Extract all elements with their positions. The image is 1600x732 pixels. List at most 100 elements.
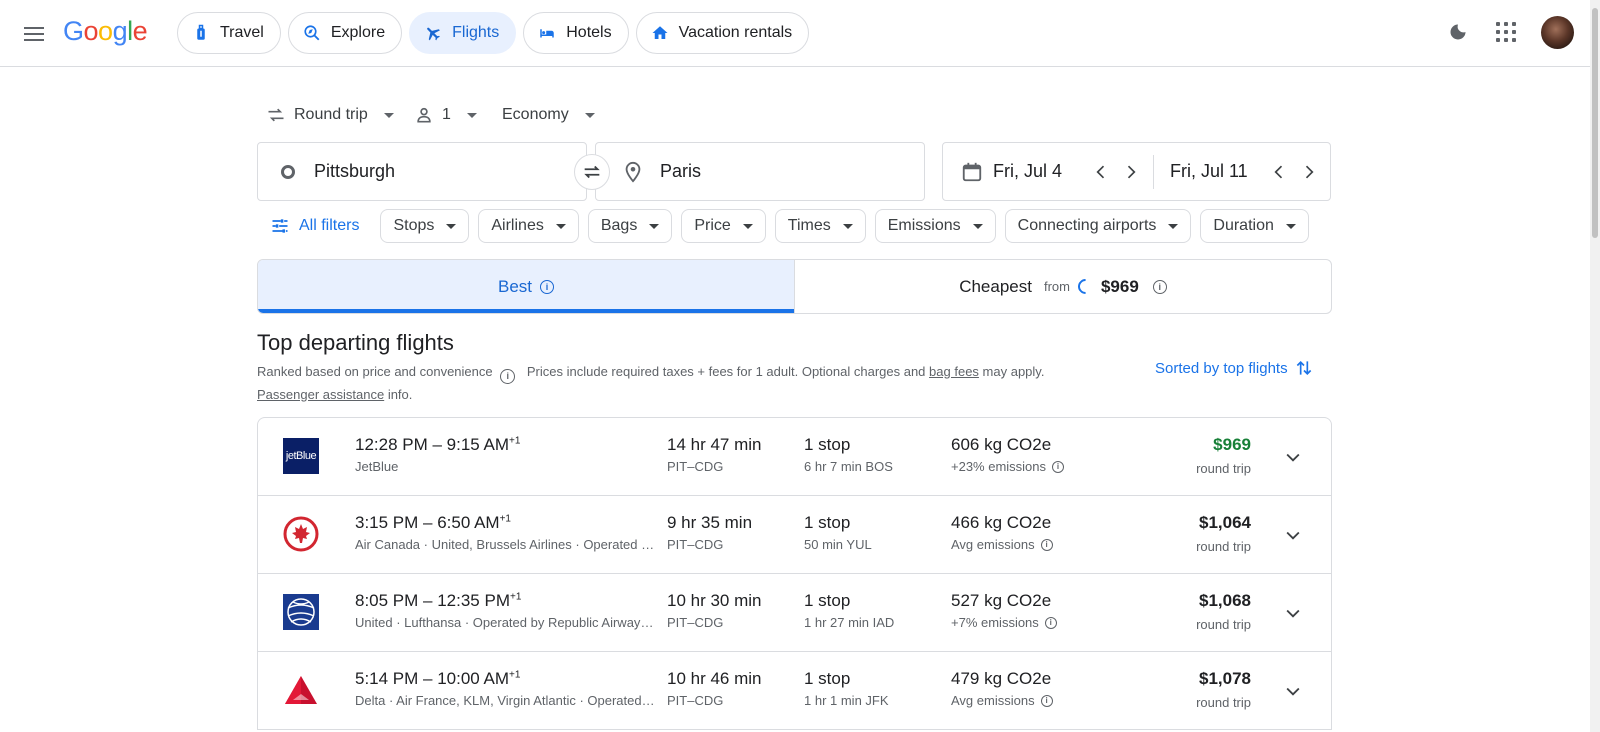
filter-bags-label: Bags [600,217,638,234]
tab-cheapest[interactable]: Cheapest from $969 i [795,260,1331,313]
chevron-right-icon[interactable] [1121,162,1141,182]
scrollbar-thumb[interactable] [1592,8,1598,238]
nav-flights-label: Flights [452,24,500,41]
flight-stops: 1 stop [804,435,851,454]
chevron-down-icon [446,223,457,229]
dark-theme-icon[interactable] [1448,22,1468,42]
nav-hotels[interactable]: Hotels [523,12,629,54]
flight-stops: 1 stop [804,669,851,688]
air-canada-logo [283,516,319,552]
nav-travel[interactable]: Travel [177,12,281,54]
flight-emissions: +7% emissions i [951,615,1057,630]
filter-bags[interactable]: Bags [587,209,673,243]
flight-stops: 1 stop [804,591,851,610]
filter-duration[interactable]: Duration [1200,209,1309,243]
filter-duration-label: Duration [1213,217,1274,234]
flight-price: $1,078 [1199,669,1251,688]
info-icon[interactable]: i [1052,460,1065,473]
swap-locations-button[interactable] [574,154,610,190]
account-avatar[interactable] [1541,16,1574,49]
passengers-select[interactable]: 1 [414,100,477,130]
info-icon[interactable]: i [1040,538,1053,551]
airplane-icon [427,27,441,41]
google-apps-icon[interactable] [1496,22,1516,42]
trip-type-value: Round trip [294,106,368,123]
origin-value: Pittsburgh [314,161,396,181]
filter-airlines[interactable]: Airlines [478,209,579,243]
flight-layover: 50 min YUL [804,537,872,552]
info-icon[interactable]: i [1152,279,1167,294]
tab-cheapest-label: Cheapest [959,276,1032,296]
passenger-assistance-link[interactable]: Passenger assistance [257,387,384,402]
filter-bar: All filters Stops Airlines Bags Price Ti… [258,209,1309,243]
tune-icon [272,219,288,233]
cheapest-price: $969 [1100,276,1139,296]
emissions-label: Avg emissions [951,693,1035,708]
depart-date-value: Fri, Jul 4 [993,161,1063,181]
emissions-label: Avg emissions [951,537,1035,552]
chevron-down-icon [1168,223,1179,229]
sort-by-button[interactable]: Sorted by top flights [1155,358,1314,378]
filter-stops[interactable]: Stops [380,209,470,243]
filter-emissions[interactable]: Emissions [874,209,996,243]
flight-route: PIT–CDG [667,615,724,630]
info-icon[interactable]: i [500,368,516,384]
swap-icon [584,165,600,179]
flight-route: PIT–CDG [667,459,724,474]
flight-row[interactable]: jetBlue 12:28 PM – 9:15 AM+1 JetBlue 14 … [258,418,1331,496]
sort-by-label: Sorted by top flights [1155,359,1288,377]
expand-chevron-icon[interactable] [1283,447,1303,467]
bag-fees-link[interactable]: bag fees [929,364,979,379]
flight-row[interactable]: 5:14 PM – 10:00 AM+1 Delta · Air France,… [258,652,1331,730]
flight-layover: 1 hr 27 min IAD [804,615,895,630]
destination-field[interactable]: Paris [595,142,925,201]
filter-times[interactable]: Times [774,209,866,243]
flight-price: $969 [1213,435,1251,454]
info-icon[interactable]: i [1040,694,1053,707]
expand-chevron-icon[interactable] [1283,681,1303,701]
nav-flights[interactable]: Flights [409,12,517,54]
flight-emissions: +23% emissions i [951,459,1065,474]
depart-date-field[interactable]: Fri, Jul 4 [961,143,1062,200]
filter-connecting-airports-label: Connecting airports [1017,217,1157,234]
jetblue-logo-text: jetBlue [285,450,317,462]
airline-name: United · Lufthansa · Operated by Republi… [355,615,655,630]
flight-emissions: Avg emissions i [951,537,1053,552]
chevron-left-icon[interactable] [1091,162,1111,182]
luggage-icon [197,24,205,40]
date-range-field[interactable]: Fri, Jul 4 Fri, Jul 11 [942,142,1331,201]
chevron-left-icon[interactable] [1269,162,1289,182]
info-icon[interactable]: i [540,279,555,294]
flight-layover: 6 hr 7 min BOS [804,459,893,474]
filter-price[interactable]: Price [681,209,766,243]
expand-chevron-icon[interactable] [1283,525,1303,545]
nav-explore[interactable]: Explore [287,12,403,54]
all-filters-button[interactable]: All filters [258,209,371,243]
info-icon[interactable]: i [1044,616,1057,629]
trip-type-select[interactable]: Round trip [266,100,394,130]
origin-field[interactable]: Pittsburgh [257,142,587,201]
main-menu-icon[interactable] [20,20,48,48]
tab-best[interactable]: Best i [258,260,795,313]
cabin-class-select[interactable]: Economy [502,100,595,130]
return-date-field[interactable]: Fri, Jul 11 [1170,143,1248,200]
return-date-value: Fri, Jul 11 [1170,161,1248,181]
flight-row[interactable]: 3:15 PM – 6:50 AM+1 Air Canada · United,… [258,496,1331,574]
google-logo[interactable]: Google [63,16,148,47]
page-scrollbar[interactable] [1590,0,1600,732]
round-trip-label: round trip [1196,617,1251,632]
filter-connecting-airports[interactable]: Connecting airports [1004,209,1192,243]
flight-price: $1,064 [1199,513,1251,532]
emissions-label: +7% emissions [951,615,1039,630]
chevron-right-icon[interactable] [1299,162,1319,182]
prices-note: Prices include required taxes + fees for… [526,364,926,379]
chevron-down-icon [742,223,753,229]
flight-row[interactable]: 8:05 PM – 12:35 PM+1 United · Lufthansa … [258,574,1331,652]
destination-value: Paris [660,161,702,181]
nav-vacation-rentals[interactable]: Vacation rentals [635,12,810,54]
chevron-down-icon [555,223,566,229]
chevron-down-icon [972,223,983,229]
flight-duration: 9 hr 35 min [667,513,753,532]
expand-chevron-icon[interactable] [1283,603,1303,623]
flight-times-text: 12:28 PM – 9:15 AM [355,435,510,454]
